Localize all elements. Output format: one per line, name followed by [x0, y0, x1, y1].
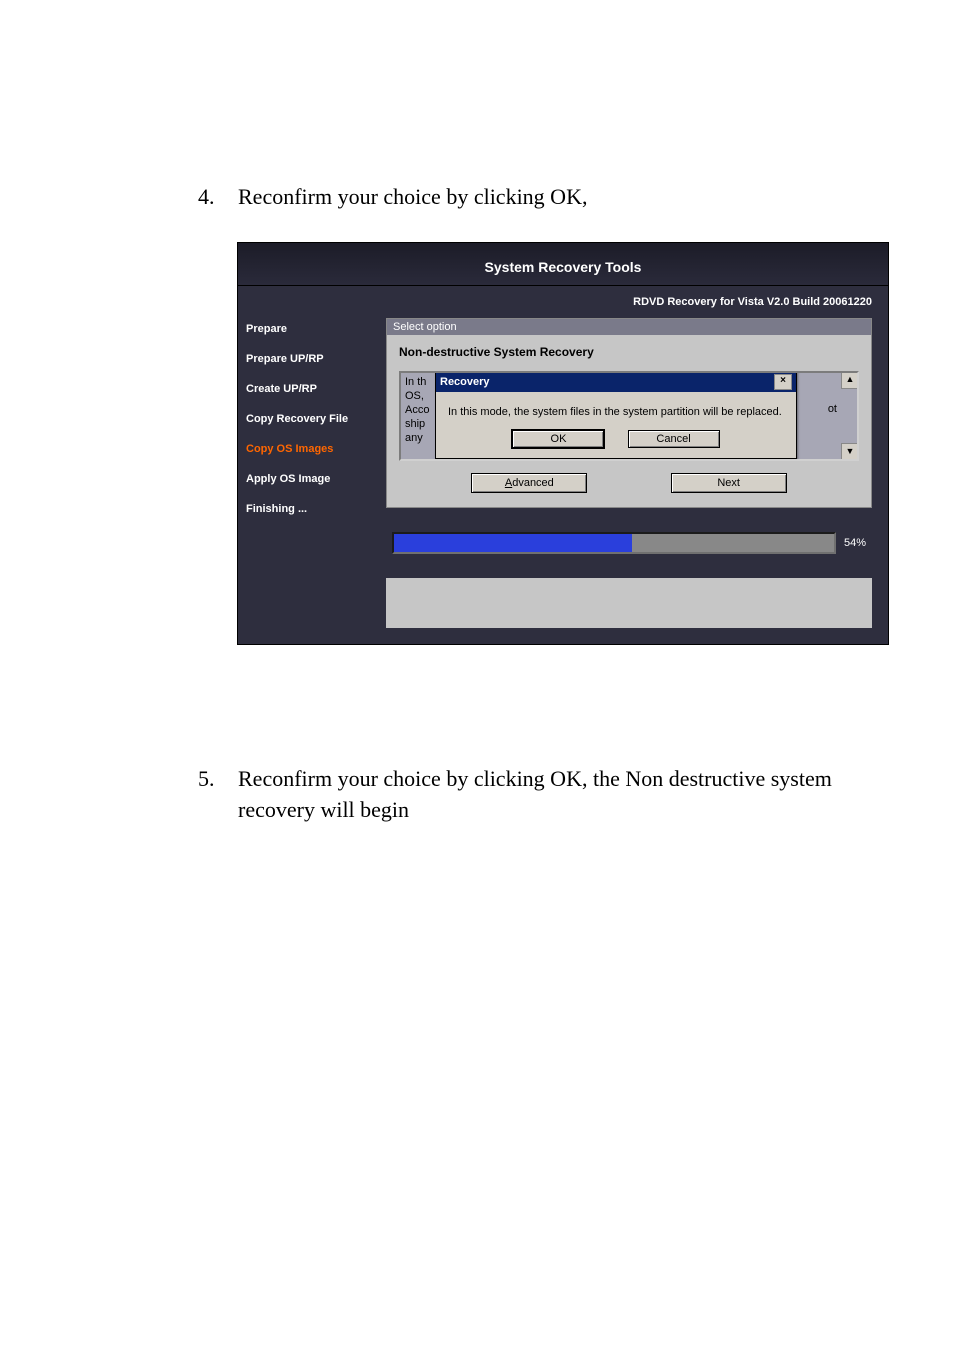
sidebar-item-copy-os-images[interactable]: Copy OS Images — [238, 434, 376, 464]
panel-buttons: Advanced Next — [387, 473, 871, 493]
step-text: Reconfirm your choice by clicking OK, — [238, 182, 874, 213]
scroll-down-icon[interactable]: ▼ — [841, 443, 859, 461]
recovery-app-screenshot: System Recovery Tools Prepare Prepare UP… — [238, 243, 888, 644]
progress-row: 54% — [392, 532, 866, 554]
progress-label: 54% — [844, 537, 866, 549]
dialog-titlebar: Recovery × — [436, 372, 796, 392]
advanced-button[interactable]: Advanced — [471, 473, 587, 493]
sidebar-item-finishing[interactable]: Finishing ... — [238, 494, 376, 524]
cancel-button[interactable]: Cancel — [628, 430, 720, 448]
sidebar-item-prepare-uprp[interactable]: Prepare UP/RP — [238, 344, 376, 374]
footer-area — [386, 578, 872, 628]
ok-button[interactable]: OK — [512, 430, 604, 448]
app-title: System Recovery Tools — [238, 243, 888, 286]
sidebar-item-create-uprp[interactable]: Create UP/RP — [238, 374, 376, 404]
step-5: 5. Reconfirm your choice by clicking OK,… — [198, 764, 874, 826]
sidebar-item-prepare[interactable]: Prepare — [238, 314, 376, 344]
select-option-panel: Select option Non-destructive System Rec… — [386, 318, 872, 508]
recovery-confirm-dialog: Recovery × In this mode, the system file… — [435, 371, 797, 459]
sidebar-item-apply-os-image[interactable]: Apply OS Image — [238, 464, 376, 494]
select-option-header: Select option — [387, 319, 871, 335]
dialog-message: In this mode, the system files in the sy… — [436, 392, 796, 424]
app-body: Prepare Prepare UP/RP Create UP/RP Copy … — [238, 286, 888, 644]
document-page: 4. Reconfirm your choice by clicking OK,… — [0, 0, 954, 1355]
list-fragment-right: ot — [828, 403, 837, 415]
progress-fill — [394, 534, 632, 552]
step-text: Reconfirm your choice by clicking OK, th… — [238, 764, 874, 826]
scroll-up-icon[interactable]: ▲ — [841, 371, 859, 389]
step-4: 4. Reconfirm your choice by clicking OK, — [198, 182, 874, 213]
dialog-title: Recovery — [440, 376, 490, 388]
main-panel: RDVD Recovery for Vista V2.0 Build 20061… — [376, 286, 888, 644]
description-listbox[interactable]: In th OS, Acco ship any ot ▲ ▼ Recovery — [399, 371, 859, 461]
sidebar-item-copy-recovery-file[interactable]: Copy Recovery File — [238, 404, 376, 434]
sidebar: Prepare Prepare UP/RP Create UP/RP Copy … — [238, 286, 376, 644]
next-button[interactable]: Next — [671, 473, 787, 493]
close-icon[interactable]: × — [774, 374, 792, 390]
version-label: RDVD Recovery for Vista V2.0 Build 20061… — [386, 296, 872, 308]
progress-bar — [392, 532, 836, 554]
recovery-mode-title: Non-destructive System Recovery — [387, 335, 871, 367]
dialog-buttons: OK Cancel — [436, 424, 796, 458]
step-number: 5. — [198, 764, 238, 795]
step-number: 4. — [198, 182, 238, 213]
